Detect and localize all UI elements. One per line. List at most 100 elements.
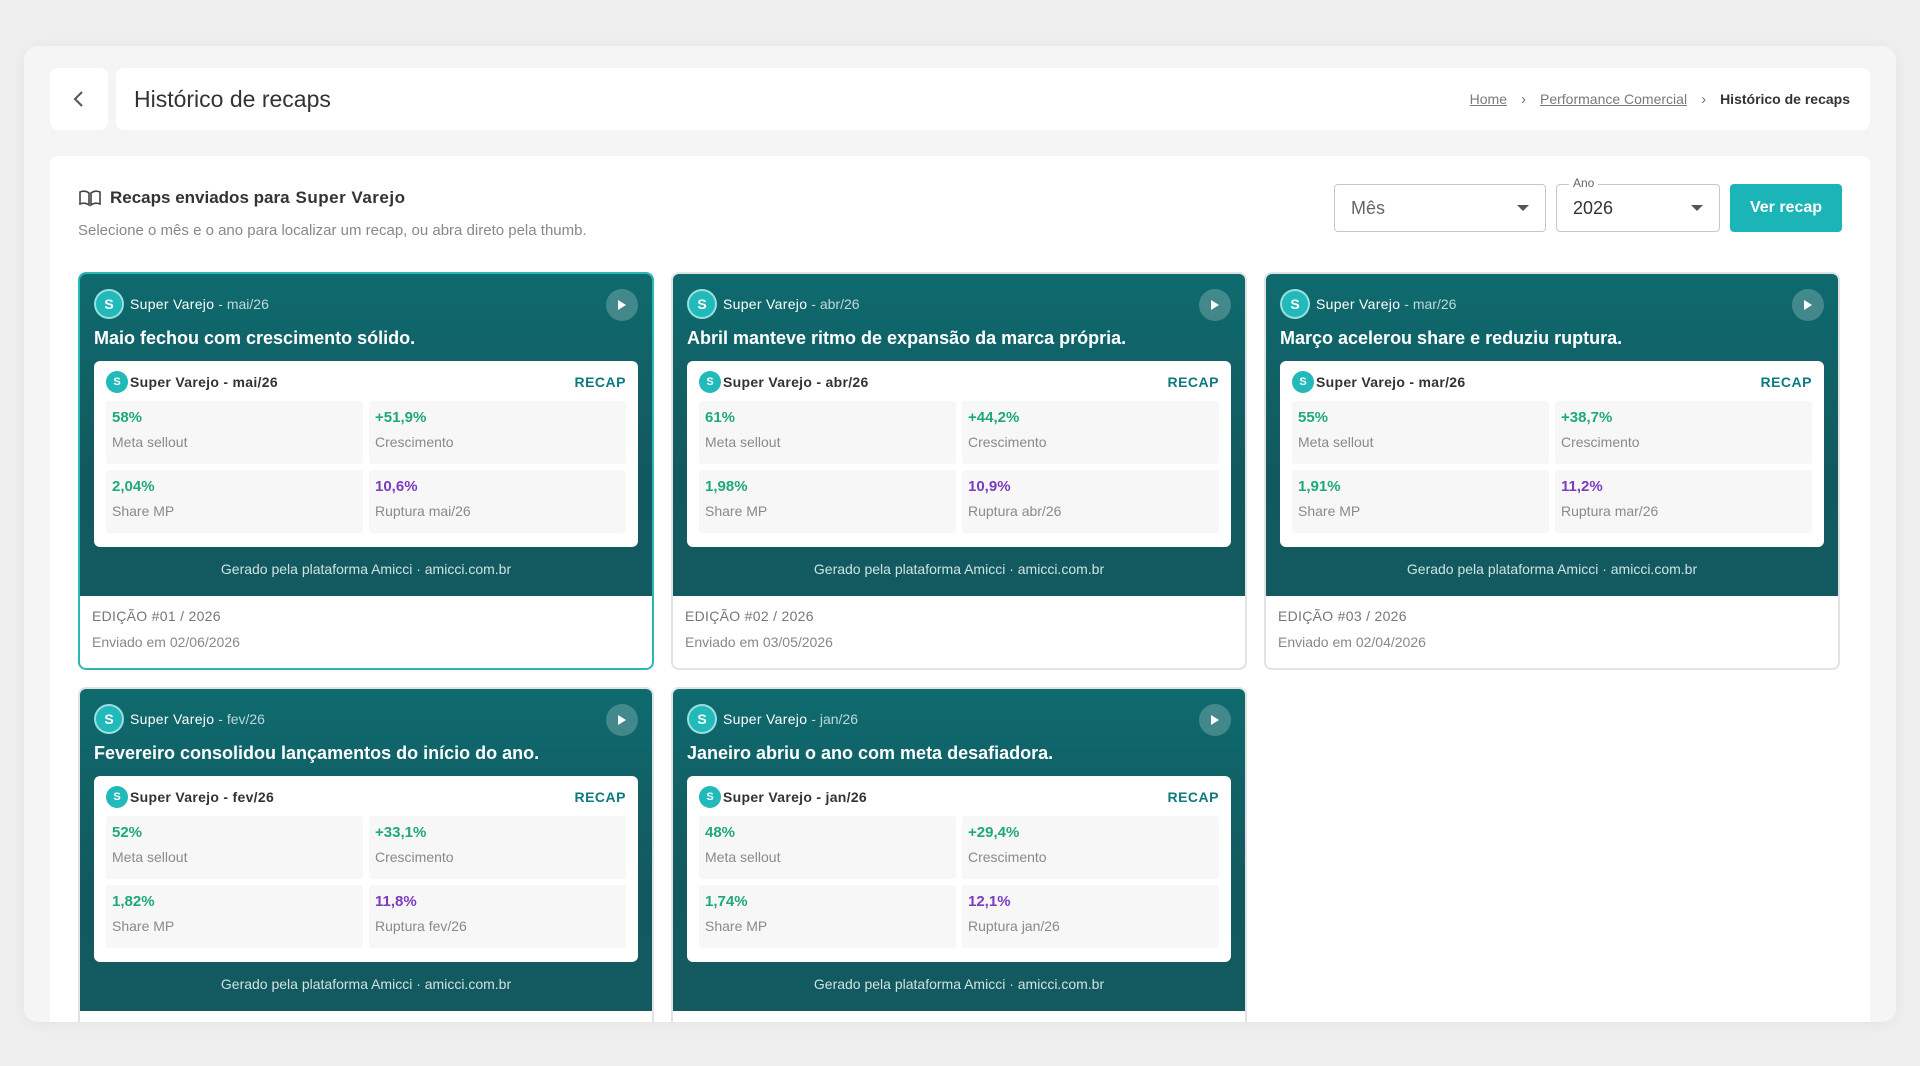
- metric-label: Ruptura mai/26: [375, 503, 471, 519]
- play-button[interactable]: [1199, 704, 1231, 736]
- summary-title: Super Varejo - mai/26: [130, 374, 278, 390]
- month-select[interactable]: Mês: [1334, 184, 1546, 232]
- recap-meta: EDIÇÃO #03 / 2026 Enviado em 02/04/2026: [1266, 596, 1838, 650]
- play-icon: [618, 300, 626, 310]
- summary-title-group: S Super Varejo - abr/26: [699, 371, 869, 393]
- metric-value: +29,4%: [968, 824, 1020, 841]
- metric-value: +38,7%: [1561, 409, 1613, 426]
- metric-label: Ruptura abr/26: [968, 503, 1062, 519]
- thumb-month: - mar/26: [1404, 296, 1457, 312]
- metric-label: Ruptura mar/26: [1561, 503, 1659, 519]
- recap-tag: RECAP: [574, 789, 626, 805]
- caret-down-icon: [1691, 205, 1703, 211]
- metrics-grid: 48% Meta sellout +29,4% Crescimento 1,74…: [699, 816, 1219, 948]
- metric-value: 52%: [112, 824, 143, 841]
- summary-header: S Super Varejo - abr/26 RECAP: [699, 371, 1219, 393]
- year-select[interactable]: Ano 2026: [1556, 176, 1720, 232]
- thumb-header: S Super Varejo - fev/26: [94, 689, 638, 745]
- metric-rupture: 11,8% Ruptura fev/26: [369, 885, 626, 948]
- avatar: S: [1292, 371, 1314, 393]
- recap-thumb[interactable]: S Super Varejo - abr/26 Abril manteve ri…: [673, 274, 1245, 596]
- thumb-brand: Super Varejo: [723, 711, 808, 727]
- back-button[interactable]: [50, 68, 108, 130]
- recap-card[interactable]: S Super Varejo - mar/26 Março acelerou s…: [1264, 272, 1840, 670]
- thumb-month: - fev/26: [218, 711, 265, 727]
- chevron-right-icon: ›: [1701, 90, 1707, 108]
- play-icon: [1211, 300, 1219, 310]
- metric-value: 10,9%: [968, 478, 1011, 495]
- chevron-right-icon: ›: [1521, 90, 1526, 108]
- summary-title: Super Varejo - fev/26: [130, 789, 275, 805]
- avatar: S: [687, 704, 717, 734]
- play-button[interactable]: [1792, 289, 1824, 321]
- metric-label: Crescimento: [375, 849, 454, 865]
- metrics-grid: 61% Meta sellout +44,2% Crescimento 1,98…: [699, 401, 1219, 533]
- metric-value: 1,91%: [1298, 478, 1341, 495]
- metric-value: 2,04%: [112, 478, 155, 495]
- metric-rupture: 12,1% Ruptura jan/26: [962, 885, 1219, 948]
- recap-card[interactable]: S Super Varejo - jan/26 Janeiro abriu o …: [671, 687, 1247, 1022]
- metric-label: Meta sellout: [112, 849, 188, 865]
- book-icon: [78, 189, 102, 207]
- thumb-footer: Gerado pela plataforma Amicci · amicci.c…: [813, 976, 1105, 992]
- recap-summary-card: S Super Varejo - mai/26 RECAP 58% Meta s…: [94, 361, 638, 547]
- sent-date: Enviado em 03/05/2026: [685, 634, 833, 650]
- play-button[interactable]: [1199, 289, 1231, 321]
- play-button[interactable]: [606, 704, 638, 736]
- year-select-label: Ano: [1569, 176, 1599, 190]
- recap-thumb[interactable]: S Super Varejo - fev/26 Fevereiro consol…: [80, 689, 652, 1011]
- panel-title-text: Recaps enviados para: [110, 188, 290, 207]
- metric-share: 1,98% Share MP: [699, 470, 956, 533]
- panel-subtitle: Selecione o mês e o ano para localizar u…: [78, 222, 587, 239]
- metric-value: +51,9%: [375, 409, 427, 426]
- metric-share: 1,82% Share MP: [106, 885, 363, 948]
- recap-summary-card: S Super Varejo - abr/26 RECAP 61% Meta s…: [687, 361, 1231, 547]
- recap-tag: RECAP: [1167, 374, 1219, 390]
- recap-meta: EDIÇÃO #01 / 2026 Enviado em 02/06/2026: [80, 596, 652, 650]
- recap-card[interactable]: S Super Varejo - fev/26 Fevereiro consol…: [78, 687, 654, 1022]
- recap-thumb[interactable]: S Super Varejo - mai/26 Maio fechou com …: [80, 274, 652, 596]
- recap-card[interactable]: S Super Varejo - abr/26 Abril manteve ri…: [671, 272, 1247, 670]
- metric-value: 11,8%: [375, 893, 417, 910]
- avatar: S: [94, 289, 124, 319]
- recap-card[interactable]: S Super Varejo - mai/26 Maio fechou com …: [78, 272, 654, 670]
- metric-label: Share MP: [705, 503, 768, 519]
- metric-value: 48%: [705, 824, 736, 841]
- recap-summary-card: S Super Varejo - fev/26 RECAP 52% Meta s…: [94, 776, 638, 962]
- recap-grid: S Super Varejo - mai/26 Maio fechou com …: [78, 272, 1840, 1022]
- thumb-header: S Super Varejo - abr/26: [687, 274, 1231, 330]
- edition-label: EDIÇÃO #03 / 2026: [1278, 608, 1407, 624]
- metric-label: Ruptura fev/26: [375, 918, 467, 934]
- thumb-header: S Super Varejo - mar/26: [1280, 274, 1824, 330]
- caret-down-icon: [1517, 205, 1529, 211]
- summary-title-group: S Super Varejo - jan/26: [699, 786, 867, 808]
- metric-share: 2,04% Share MP: [106, 470, 363, 533]
- metric-label: Meta sellout: [705, 849, 781, 865]
- breadcrumb-home[interactable]: Home: [1470, 91, 1507, 107]
- breadcrumb: Home › Performance Comercial › Histórico…: [1470, 91, 1850, 108]
- play-button[interactable]: [606, 289, 638, 321]
- summary-header: S Super Varejo - fev/26 RECAP: [106, 786, 626, 808]
- thumb-brand: Super Varejo: [723, 296, 808, 312]
- summary-title-group: S Super Varejo - fev/26: [106, 786, 274, 808]
- view-recap-button[interactable]: Ver recap: [1730, 184, 1842, 232]
- recap-tag: RECAP: [1760, 374, 1812, 390]
- year-select-value: 2026: [1573, 197, 1614, 218]
- thumb-header: S Super Varejo - mai/26: [94, 274, 638, 330]
- metric-share: 1,74% Share MP: [699, 885, 956, 948]
- thumb-month: - abr/26: [811, 296, 860, 312]
- summary-title-group: S Super Varejo - mar/26: [1292, 371, 1465, 393]
- page-header: Histórico de recaps Home › Performance C…: [116, 68, 1870, 130]
- breadcrumb-performance[interactable]: Performance Comercial: [1540, 91, 1687, 107]
- recaps-panel: Recaps enviados para Super Varejo Seleci…: [50, 156, 1870, 1022]
- thumb-headline: Maio fechou com crescimento sólido.: [94, 328, 416, 348]
- play-icon: [618, 715, 626, 725]
- summary-title: Super Varejo - jan/26: [723, 789, 868, 805]
- metric-meta-sellout: 58% Meta sellout: [106, 401, 363, 464]
- recap-thumb[interactable]: S Super Varejo - mar/26 Março acelerou s…: [1266, 274, 1838, 596]
- recap-meta: EDIÇÃO #04 / 2026: [80, 1011, 652, 1022]
- recap-thumb[interactable]: S Super Varejo - jan/26 Janeiro abriu o …: [673, 689, 1245, 1011]
- metric-label: Share MP: [112, 918, 175, 934]
- avatar: S: [106, 371, 128, 393]
- edition-label: EDIÇÃO #02 / 2026: [685, 608, 814, 624]
